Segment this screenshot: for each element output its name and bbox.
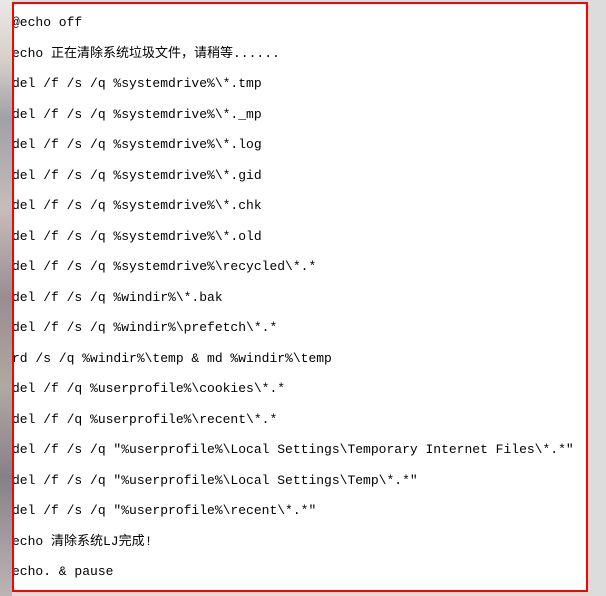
code-line: @echo off xyxy=(12,8,586,39)
code-line: rd /s /q %windir%\temp & md %windir%\tem… xyxy=(12,344,586,375)
code-line: echo. & pause xyxy=(12,557,586,588)
code-line: del /f /s /q %systemdrive%\*.tmp xyxy=(12,69,586,100)
code-line: del /f /s /q "%userprofile%\Local Settin… xyxy=(12,435,586,466)
code-line: del /f /s /q "%userprofile%\Local Settin… xyxy=(12,466,586,497)
code-line: del /f /q %userprofile%\cookies\*.* xyxy=(12,374,586,405)
code-line: del /f /s /q %systemdrive%\recycled\*.* xyxy=(12,252,586,283)
code-line: del /f /s /q %systemdrive%\*.gid xyxy=(12,161,586,192)
left-decorative-strip xyxy=(0,0,12,596)
code-line: del /f /s /q %systemdrive%\*.chk xyxy=(12,191,586,222)
code-line: del /f /s /q %systemdrive%\*.old xyxy=(12,222,586,253)
code-box: @echo off echo 正在清除系统垃圾文件，请稍等...... del … xyxy=(12,2,588,592)
code-line: del /f /s /q %windir%\prefetch\*.* xyxy=(12,313,586,344)
code-line: del /f /s /q "%userprofile%\recent\*.*" xyxy=(12,496,586,527)
code-line: echo 正在清除系统垃圾文件，请稍等...... xyxy=(12,39,586,70)
code-line: del /f /s /q %systemdrive%\*.log xyxy=(12,130,586,161)
code-line: del /f /s /q %systemdrive%\*._mp xyxy=(12,100,586,131)
code-line: del /f /s /q %windir%\*.bak xyxy=(12,283,586,314)
code-line: echo 清除系统LJ完成! xyxy=(12,527,586,558)
code-line: del /f /q %userprofile%\recent\*.* xyxy=(12,405,586,436)
